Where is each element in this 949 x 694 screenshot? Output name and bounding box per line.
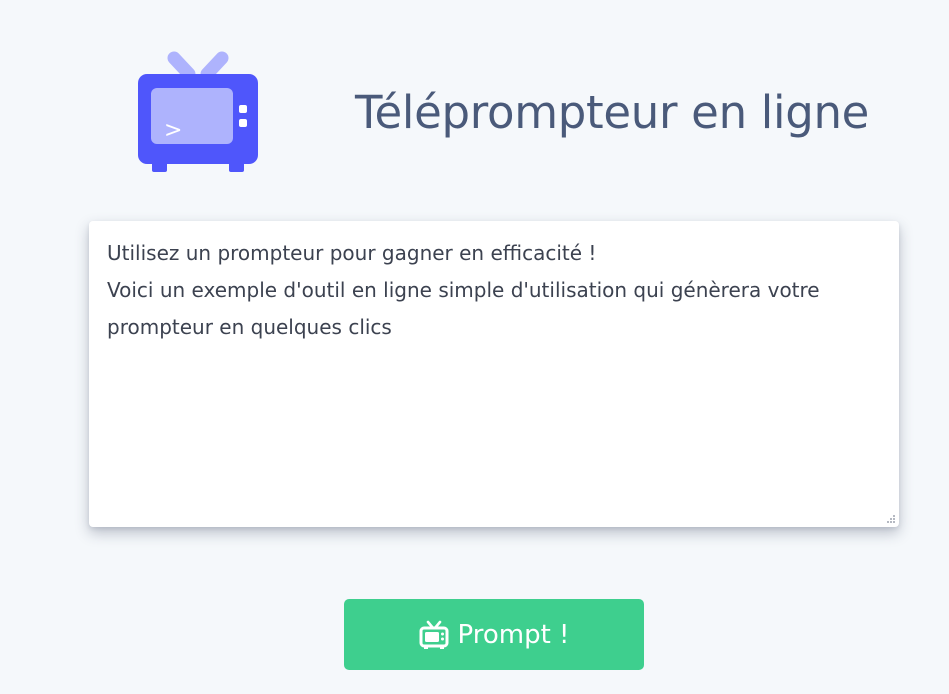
resize-grip-icon[interactable]	[886, 514, 896, 524]
tv-terminal-icon: >	[138, 51, 258, 172]
prompt-button[interactable]: Prompt !	[344, 599, 644, 670]
terminal-glyph: >	[164, 118, 182, 143]
app-logo: >	[136, 50, 260, 174]
prompt-button-label: Prompt !	[457, 619, 570, 650]
tv-icon	[419, 620, 449, 649]
prompt-text-content[interactable]: Utilisez un prompteur pour gagner en eff…	[107, 235, 881, 346]
prompt-text-area[interactable]: Utilisez un prompteur pour gagner en eff…	[89, 221, 899, 527]
page-title: Téléprompteur en ligne	[355, 86, 870, 139]
